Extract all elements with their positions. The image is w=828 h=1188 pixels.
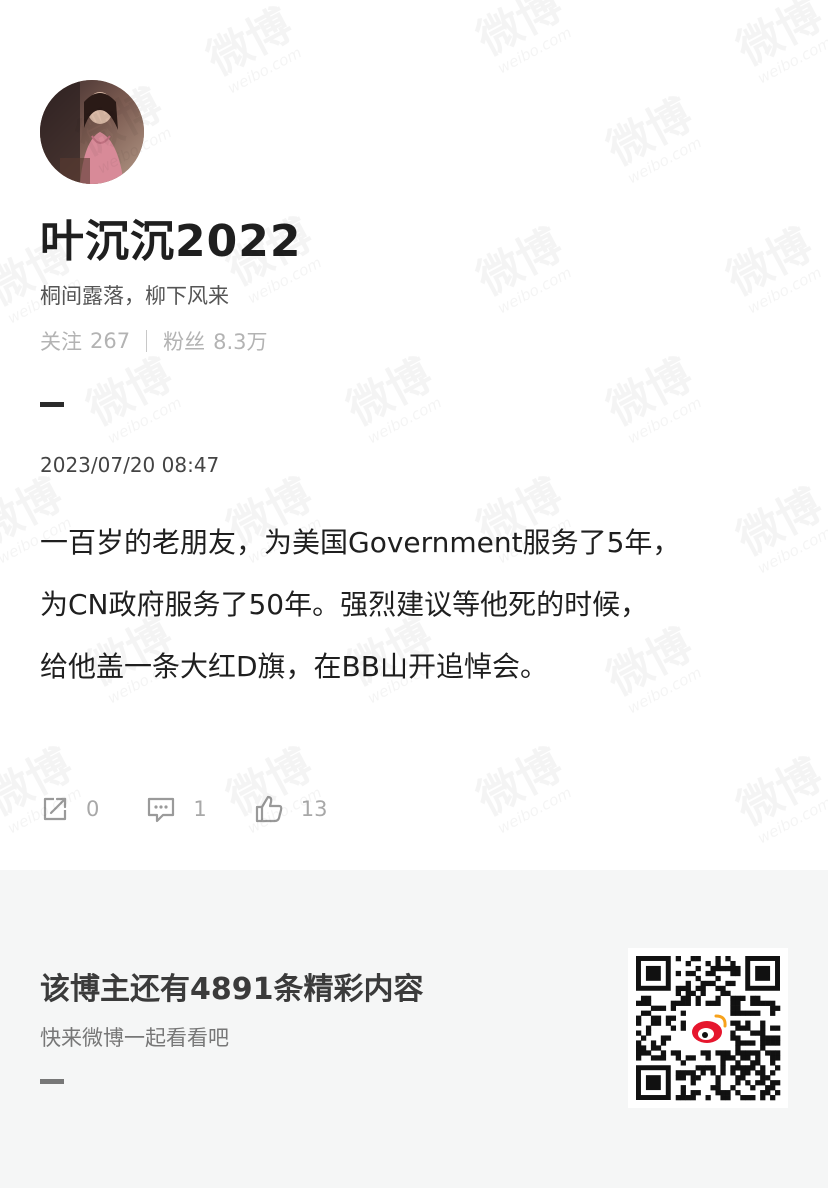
qr-code[interactable] — [628, 948, 788, 1108]
post-actions: 0 1 13 — [40, 788, 373, 830]
post-line: 为CN政府服务了50年。强烈建议等他死的时候， — [40, 588, 649, 621]
profile-stats: 关注 267 粉丝 8.3万 — [40, 326, 268, 356]
comment-icon — [148, 797, 175, 823]
avatar[interactable] — [40, 80, 144, 184]
section-divider — [40, 402, 64, 407]
footer-title: 该博主还有4891条精彩内容 — [40, 972, 424, 1007]
stats-divider — [146, 330, 148, 352]
profile-bio: 桐间露落，柳下风来 — [40, 284, 229, 308]
post-line: 一百岁的老朋友，为美国Government服务了5年， — [40, 526, 681, 559]
post-line: 给他盖一条大红D旗，在BB山开追悼会。 — [40, 650, 548, 683]
like-button[interactable]: 13 — [253, 793, 328, 825]
comment-count: 1 — [193, 797, 207, 821]
post-timestamp: 2023/07/20 08:47 — [40, 453, 220, 477]
followers-count[interactable]: 8.3万 — [213, 326, 267, 356]
footer-subtitle: 快来微博一起看看吧 — [40, 1026, 229, 1050]
comment-button[interactable]: 1 — [145, 794, 207, 824]
post-card: 叶沉沉2022 桐间露落，柳下风来 关注 267 粉丝 8.3万 2023/07… — [0, 0, 828, 870]
repost-button[interactable]: 0 — [40, 794, 99, 824]
repost-icon — [43, 797, 67, 821]
following-count[interactable]: 267 — [90, 329, 130, 353]
post-content: 一百岁的老朋友，为美国Government服务了5年， 为CN政府服务了50年。… — [40, 512, 790, 698]
repost-count: 0 — [86, 797, 100, 821]
like-count: 13 — [300, 797, 328, 821]
following-label: 关注 — [40, 330, 82, 354]
avatar-image — [40, 80, 144, 184]
followers-label: 粉丝 — [163, 330, 206, 354]
footer-promo: 该博主还有4891条精彩内容 快来微博一起看看吧 — [0, 870, 828, 1188]
footer-divider — [40, 1079, 64, 1084]
like-icon — [255, 795, 283, 823]
profile-nickname[interactable]: 叶沉沉2022 — [40, 205, 301, 269]
qr-code-image — [636, 956, 781, 1101]
